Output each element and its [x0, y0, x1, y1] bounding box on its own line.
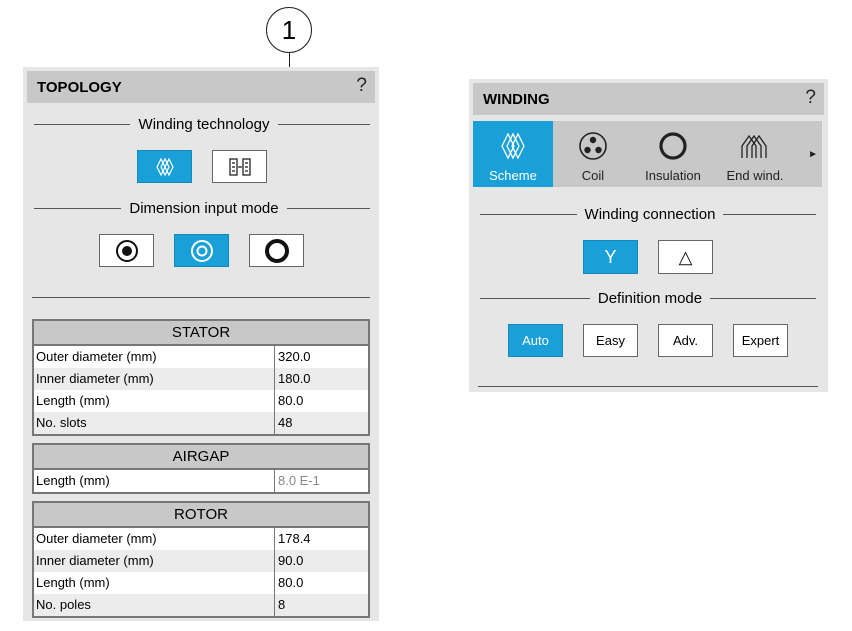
callout-marker: 1 — [266, 7, 312, 53]
insulation-ring-icon — [659, 132, 687, 160]
mode-expert-button[interactable]: Expert — [733, 324, 788, 357]
mode-easy-button[interactable]: Easy — [583, 324, 638, 357]
winding-panel: WINDING ? Scheme Coil Insulation End win… — [469, 79, 828, 392]
table-row: Inner diameter (mm) 90.0 — [34, 550, 368, 572]
rotor-length-field[interactable]: 80.0 — [275, 572, 368, 594]
thick-ring-dimension-button[interactable] — [249, 234, 304, 267]
tab-label: Scheme — [489, 168, 537, 183]
winding-technology-label: Winding technology — [130, 116, 278, 133]
tab-insulation[interactable]: Insulation — [633, 121, 713, 187]
stator-table: STATOR Outer diameter (mm) 320.0 Inner d… — [32, 319, 370, 436]
stator-slots-field[interactable]: 48 — [275, 412, 368, 434]
table-row: Length (mm) 80.0 — [34, 390, 368, 412]
tab-scroll-arrow-icon[interactable]: ► — [808, 149, 818, 160]
airgap-length-field[interactable]: 8.0 E-1 — [275, 470, 368, 492]
stator-length-field[interactable]: 80.0 — [275, 390, 368, 412]
row-label: Inner diameter (mm) — [34, 550, 275, 572]
solid-dimension-button[interactable] — [99, 234, 154, 267]
double-ring-icon — [190, 239, 213, 262]
row-label: Inner diameter (mm) — [34, 368, 275, 390]
row-label: Outer diameter (mm) — [34, 528, 275, 550]
rotor-poles-field[interactable]: 8 — [275, 594, 368, 616]
table-row: No. slots 48 — [34, 412, 368, 434]
tab-scheme[interactable]: Scheme — [473, 121, 553, 187]
rotor-title: ROTOR — [34, 503, 368, 528]
table-row: Outer diameter (mm) 178.4 — [34, 528, 368, 550]
table-row: Length (mm) 80.0 — [34, 572, 368, 594]
star-connection-button[interactable]: Y — [583, 240, 638, 274]
concentrated-winding-icon — [228, 157, 251, 176]
airgap-table: AIRGAP Length (mm) 8.0 E-1 — [32, 443, 370, 494]
mode-advanced-button[interactable]: Adv. — [658, 324, 713, 357]
row-label: Outer diameter (mm) — [34, 346, 275, 368]
distributed-winding-icon — [155, 157, 174, 176]
filled-ring-icon — [115, 239, 138, 262]
mode-auto-button[interactable]: Auto — [508, 324, 563, 357]
winding-help-button[interactable]: ? — [805, 87, 816, 109]
topology-divider — [32, 297, 370, 298]
table-row: Length (mm) 8.0 E-1 — [34, 470, 368, 492]
tab-label: Coil — [581, 168, 605, 183]
winding-connection-label: Winding connection — [577, 206, 723, 223]
table-row: Outer diameter (mm) 320.0 — [34, 346, 368, 368]
winding-header: WINDING ? — [473, 83, 824, 115]
table-row: Inner diameter (mm) 180.0 — [34, 368, 368, 390]
tab-label: Insulation — [645, 168, 701, 183]
airgap-title: AIRGAP — [34, 445, 368, 470]
coil-icon — [579, 132, 607, 160]
stator-title: STATOR — [34, 321, 368, 346]
row-label: Length (mm) — [34, 470, 275, 492]
row-label: No. slots — [34, 412, 275, 434]
tab-coil[interactable]: Coil — [555, 121, 631, 187]
tab-end-winding[interactable]: End wind. — [715, 121, 795, 187]
stator-inner-diameter-field[interactable]: 180.0 — [275, 368, 368, 390]
row-label: Length (mm) — [34, 390, 275, 412]
ring-dimension-button[interactable] — [174, 234, 229, 267]
rotor-outer-diameter-field[interactable]: 178.4 — [275, 528, 368, 550]
winding-tab-bar: Scheme Coil Insulation End wind. ► — [473, 121, 822, 187]
topology-title: TOPOLOGY — [37, 78, 122, 96]
callout-number: 1 — [281, 14, 297, 45]
row-label: Length (mm) — [34, 572, 275, 594]
distributed-winding-button[interactable] — [137, 150, 192, 183]
tab-label: End wind. — [726, 168, 784, 183]
winding-scheme-icon — [501, 132, 525, 160]
table-row: No. poles 8 — [34, 594, 368, 616]
stator-outer-diameter-field[interactable]: 320.0 — [275, 346, 368, 368]
thick-ring-icon — [264, 238, 289, 263]
delta-connection-button[interactable]: △ — [658, 240, 713, 274]
concentrated-winding-button[interactable] — [212, 150, 267, 183]
row-label: No. poles — [34, 594, 275, 616]
topology-help-button[interactable]: ? — [356, 75, 367, 97]
delta-connection-icon: △ — [678, 246, 693, 267]
end-winding-icon — [741, 134, 767, 158]
topology-panel: TOPOLOGY ? Winding technology Dimension … — [23, 67, 379, 621]
rotor-inner-diameter-field[interactable]: 90.0 — [275, 550, 368, 572]
winding-divider — [478, 386, 818, 387]
definition-mode-label: Definition mode — [590, 290, 710, 307]
dimension-input-mode-label: Dimension input mode — [121, 200, 287, 217]
rotor-table: ROTOR Outer diameter (mm) 178.4 Inner di… — [32, 501, 370, 618]
winding-title: WINDING — [483, 90, 550, 108]
star-connection-icon: Y — [604, 246, 617, 267]
topology-header: TOPOLOGY ? — [27, 71, 375, 103]
